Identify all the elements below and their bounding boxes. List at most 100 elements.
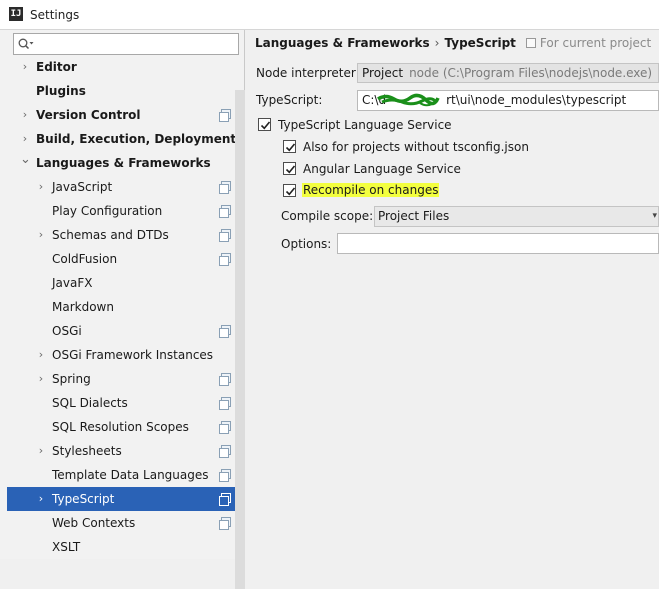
sidebar-item-label: Template Data Languages — [52, 468, 209, 482]
typescript-path-field[interactable]: C:\d rt\ui\node_modules\typescript — [357, 90, 659, 111]
sidebar-item-label: Markdown — [52, 300, 114, 314]
settings-search-input[interactable] — [13, 33, 239, 55]
project-scope-icon — [219, 517, 231, 530]
breadcrumb-parent[interactable]: Languages & Frameworks — [255, 36, 430, 50]
sidebar-item-osgi[interactable]: OSGi — [7, 319, 235, 343]
breadcrumb-separator: › — [434, 36, 440, 50]
sidebar-item-label: SQL Dialects — [52, 396, 128, 410]
sidebar-item-editor[interactable]: › Editor — [7, 55, 235, 79]
chevron-right-icon[interactable]: › — [36, 223, 46, 247]
sidebar-item-coldfusion[interactable]: ColdFusion — [7, 247, 235, 271]
project-scope-icon — [219, 253, 231, 266]
chevron-right-icon[interactable]: › — [36, 487, 46, 511]
chevron-right-icon[interactable]: › — [36, 175, 46, 199]
project-scope-icon — [219, 373, 231, 386]
node-interpreter-label: Node interpreter: — [256, 66, 360, 80]
typescript-path-end: rt\ui\node_modules\typescript — [446, 93, 627, 107]
title-bar: IJ Settings — [0, 0, 659, 30]
sidebar-item-xslt[interactable]: XSLT — [7, 535, 235, 559]
chevron-right-icon[interactable]: › — [36, 343, 46, 367]
sidebar-item-label: OSGi Framework Instances — [52, 348, 214, 362]
settings-sidebar: › Editor Plugins › Version Control › Build, Ex… — [0, 30, 245, 589]
sidebar-item-label: ColdFusion — [52, 252, 118, 266]
project-scope-icon — [219, 493, 231, 506]
intellij-icon: IJ — [9, 7, 23, 21]
sidebar-item-javafx[interactable]: JavaFX — [7, 271, 235, 295]
sidebar-item-build-execution-deployment[interactable]: › Build, Execution, Deployment — [7, 127, 237, 151]
chevron-right-icon[interactable]: › — [36, 439, 46, 463]
breadcrumb-scope: For current project — [539, 36, 652, 50]
no-tsconfig-label: Also for projects without tsconfig.json — [303, 140, 529, 154]
angular-service-label: Angular Language Service — [303, 162, 461, 176]
sidebar-item-label: Version Control — [36, 108, 141, 122]
sidebar-item-template-data-languages[interactable]: Template Data Languages — [7, 463, 235, 487]
breadcrumb-current: TypeScript — [444, 36, 516, 50]
compile-scope-label: Compile scope: — [281, 209, 374, 223]
recompile-label: Recompile on changes — [302, 183, 440, 197]
project-scope-icon — [219, 421, 231, 434]
typescript-service-checkbox[interactable] — [258, 118, 271, 131]
sidebar-item-label: Play Configuration — [52, 204, 163, 218]
project-scope-icon — [219, 445, 231, 458]
sidebar-item-label: Build, Execution, Deployment — [36, 132, 237, 146]
sidebar-item-schemas-and-dtds[interactable]: › Schemas and DTDs — [7, 223, 235, 247]
sidebar-item-label: Languages & Frameworks — [36, 156, 211, 170]
options-label: Options: — [281, 237, 332, 251]
settings-content: Languages & Frameworks › TypeScript For cur… — [246, 30, 659, 559]
project-scope-icon — [525, 38, 536, 48]
project-scope-icon — [219, 397, 231, 410]
chevron-right-icon[interactable]: › — [20, 127, 30, 151]
window-title: Settings — [30, 8, 80, 22]
redaction-scribble — [377, 93, 440, 107]
node-interpreter-select[interactable]: Project node (C:\Program Files\nodejs\nod… — [357, 63, 659, 83]
compile-scope-value: Project Files — [378, 209, 450, 223]
sidebar-item-typescript[interactable]: › TypeScript — [7, 487, 245, 511]
sidebar-item-osgi-framework-instances[interactable]: › OSGi Framework Instances — [7, 343, 235, 367]
project-scope-icon — [219, 205, 231, 218]
chevron-right-icon[interactable]: › — [36, 367, 46, 391]
sidebar-item-spring[interactable]: › Spring — [7, 367, 235, 391]
node-interpreter-project: Project — [362, 66, 404, 80]
search-icon — [18, 38, 34, 50]
project-scope-icon — [219, 181, 231, 194]
chevron-down-icon: ▾ — [652, 211, 657, 221]
sidebar-item-label: Web Contexts — [52, 516, 136, 530]
sidebar-item-label: Spring — [52, 372, 91, 386]
sidebar-item-label: Editor — [36, 60, 77, 74]
sidebar-item-label: Plugins — [36, 84, 86, 98]
sidebar-item-label: TypeScript — [52, 492, 115, 506]
angular-service-checkbox[interactable] — [283, 162, 296, 175]
sidebar-item-label: Schemas and DTDs — [52, 228, 169, 242]
sidebar-item-sql-dialects[interactable]: SQL Dialects — [7, 391, 235, 415]
chevron-down-icon[interactable]: ⌄ — [20, 151, 31, 175]
project-scope-icon — [219, 469, 231, 482]
sidebar-item-markdown[interactable]: Markdown — [7, 295, 235, 319]
sidebar-item-version-control[interactable]: › Version Control — [7, 103, 235, 127]
project-scope-icon — [219, 229, 231, 242]
compile-scope-select[interactable]: Project Files ▾ — [374, 206, 659, 227]
project-scope-icon — [219, 109, 231, 122]
breadcrumb: Languages & Frameworks › TypeScript For cur… — [255, 36, 651, 50]
sidebar-item-label: JavaFX — [52, 276, 93, 290]
sidebar-item-sql-resolution-scopes[interactable]: SQL Resolution Scopes — [7, 415, 235, 439]
sidebar-item-label: SQL Resolution Scopes — [52, 420, 189, 434]
chevron-right-icon[interactable]: › — [20, 103, 30, 127]
sidebar-item-plugins[interactable]: Plugins — [7, 79, 235, 103]
sidebar-item-play-configuration[interactable]: Play Configuration — [7, 199, 235, 223]
sidebar-item-label: JavaScript — [52, 180, 113, 194]
sidebar-item-label: OSGi — [52, 324, 82, 338]
typescript-label: TypeScript: — [256, 93, 323, 107]
no-tsconfig-checkbox[interactable] — [283, 140, 296, 153]
recompile-checkbox[interactable] — [283, 184, 296, 197]
sidebar-item-web-contexts[interactable]: Web Contexts — [7, 511, 235, 535]
sidebar-item-stylesheets[interactable]: › Stylesheets — [7, 439, 235, 463]
typescript-service-label: TypeScript Language Service — [278, 118, 452, 132]
chevron-right-icon[interactable]: › — [20, 55, 30, 79]
sidebar-item-label: XSLT — [52, 540, 81, 554]
sidebar-item-languages-frameworks[interactable]: ⌄ Languages & Frameworks — [7, 151, 235, 175]
sidebar-scrollbar[interactable] — [235, 90, 245, 589]
options-input[interactable] — [337, 233, 659, 254]
sidebar-item-javascript[interactable]: › JavaScript — [7, 175, 235, 199]
node-interpreter-path: node (C:\Program Files\nodejs\node.exe) — [409, 66, 653, 80]
project-scope-icon — [219, 325, 231, 338]
